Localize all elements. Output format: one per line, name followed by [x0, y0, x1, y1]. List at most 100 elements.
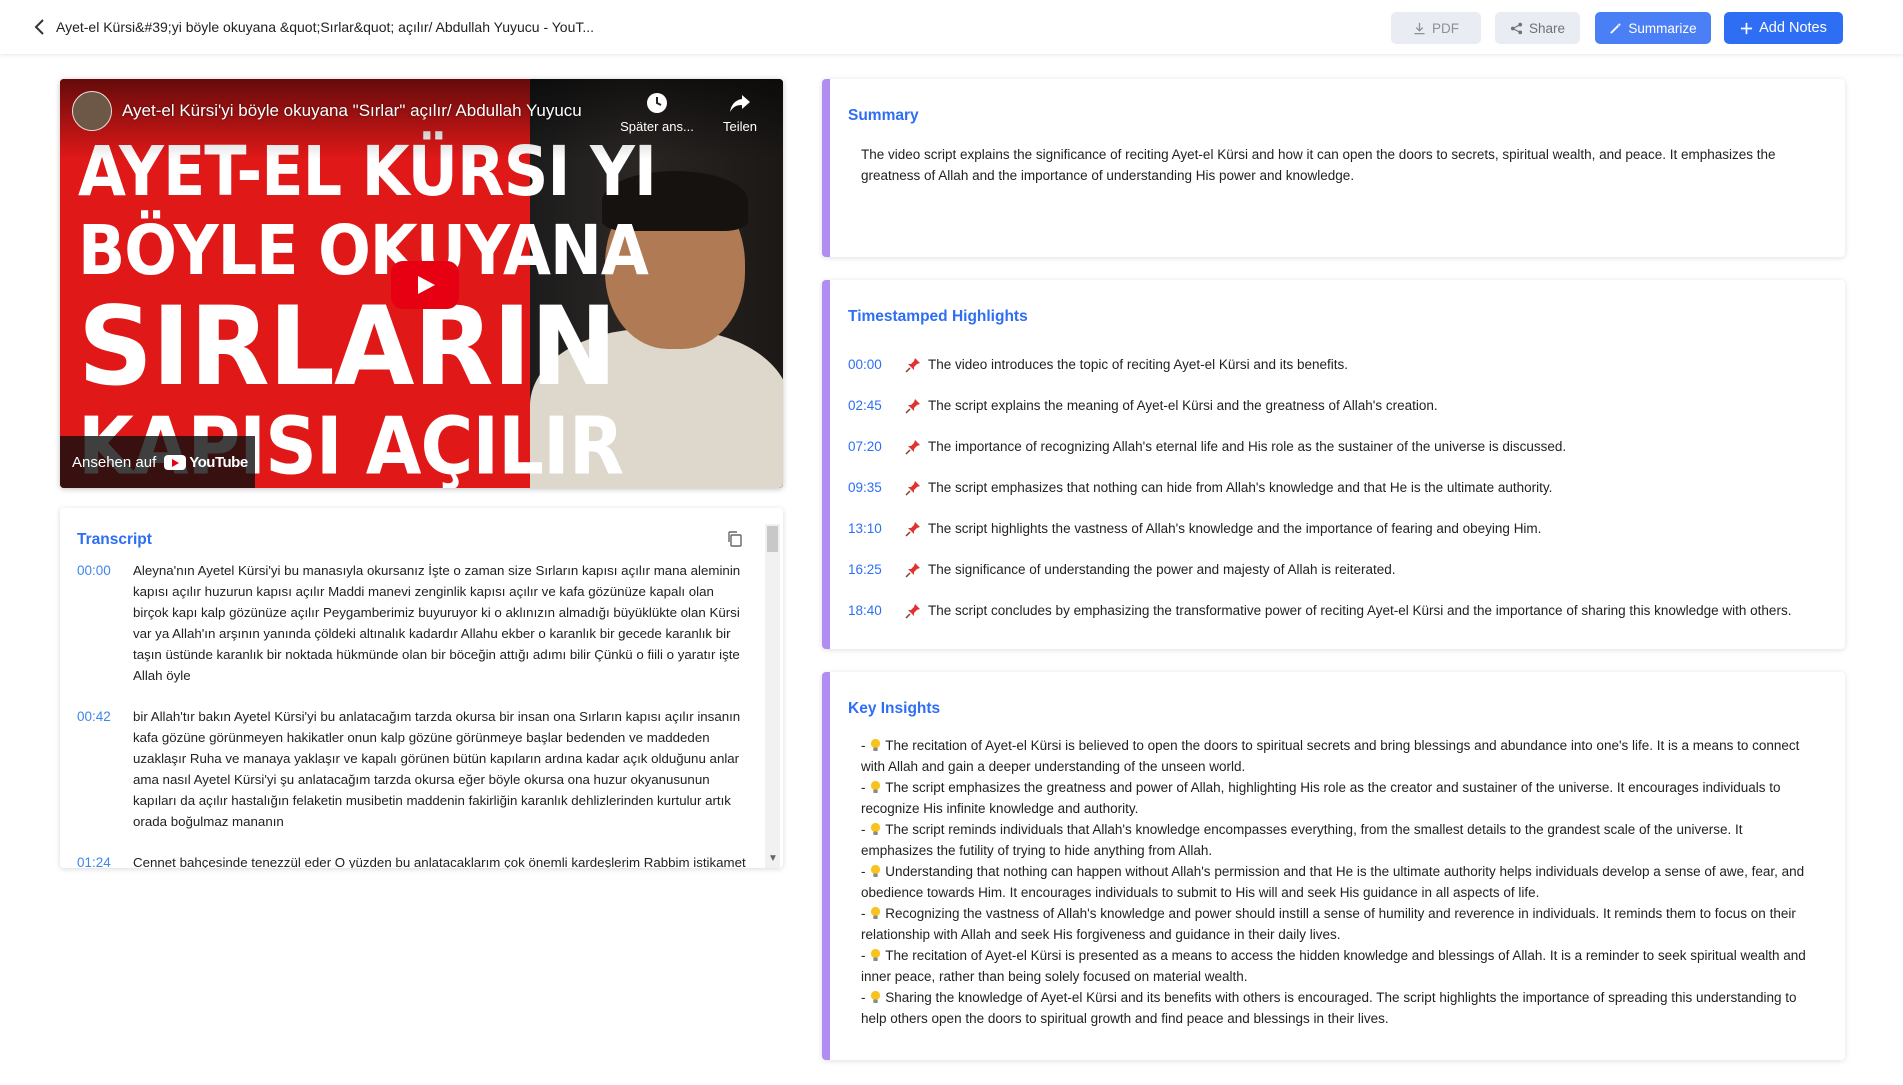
video-title[interactable]: Ayet-el Kürsi'yi böyle okuyana "Sırlar" …	[122, 101, 582, 121]
transcript-scroll-thumb[interactable]	[767, 526, 778, 552]
insight-item: - Recognizing the vastness of Allah's kn…	[861, 906, 1796, 942]
video-share-button[interactable]: Teilen	[710, 91, 770, 134]
video-share-label: Teilen	[723, 119, 757, 134]
insight-text: The script reminds individuals that Alla…	[861, 822, 1743, 858]
highlight-timestamp[interactable]: 09:35	[848, 480, 904, 495]
lightbulb-icon	[871, 948, 881, 961]
summarize-label: Summarize	[1628, 20, 1697, 36]
share-label: Share	[1528, 20, 1566, 36]
pushpin-icon	[905, 398, 920, 414]
insight-text: Recognizing the vastness of Allah's know…	[861, 906, 1796, 942]
page-title: Ayet-el Kürsi&#39;yi böyle okuyana &quot…	[56, 19, 595, 35]
watch-on-label: Ansehen auf	[72, 453, 157, 471]
lightbulb-icon	[871, 906, 881, 919]
summary-text: The video script explains the significan…	[861, 147, 1776, 183]
insight-item: - Sharing the knowledge of Ayet-el Kürsi…	[861, 990, 1797, 1026]
watch-later-label: Später ans...	[620, 119, 694, 134]
share-arrow-icon	[730, 95, 750, 112]
highlight-item: 07:20 The importance of recognizing Alla…	[848, 426, 1791, 467]
add-notes-label: Add Notes	[1759, 20, 1827, 36]
top-bar: Ayet-el Kürsi&#39;yi böyle okuyana &quot…	[0, 0, 1903, 54]
insight-text: Sharing the knowledge of Ayet-el Kürsi a…	[861, 990, 1797, 1026]
pdf-button[interactable]: PDF	[1391, 12, 1481, 44]
lightbulb-icon	[871, 990, 881, 1003]
share-icon	[1510, 22, 1523, 34]
pushpin-icon	[905, 603, 920, 619]
transcript-scrollbar[interactable]	[765, 524, 780, 868]
summary-card: Summary The video script explains the si…	[822, 79, 1845, 257]
highlight-text: The script explains the meaning of Ayet-…	[928, 398, 1438, 413]
highlight-timestamp[interactable]: 16:25	[848, 562, 904, 577]
channel-avatar[interactable]	[72, 91, 112, 131]
highlight-text: The video introduces the topic of reciti…	[928, 357, 1348, 372]
download-icon	[1414, 22, 1425, 34]
pushpin-icon	[905, 521, 920, 537]
youtube-logo: YouTube	[164, 453, 248, 471]
magic-wand-icon	[1610, 22, 1622, 34]
highlights-heading: Timestamped Highlights	[848, 308, 1028, 325]
insight-item: - The recitation of Ayet-el Kürsi is pre…	[861, 948, 1806, 984]
pushpin-icon	[905, 480, 920, 496]
insight-text: The recitation of Ayet-el Kürsi is belie…	[861, 738, 1800, 774]
highlight-item: 16:25 The significance of understanding …	[848, 549, 1791, 590]
insight-text: The recitation of Ayet-el Kürsi is prese…	[861, 948, 1806, 984]
youtube-play-icon	[164, 454, 187, 470]
scroll-down-arrow-icon[interactable]: ▼	[768, 853, 778, 864]
transcript-list: 00:00 Aleyna'nın Ayetel Kürsi'yi bu mana…	[77, 560, 767, 868]
transcript-text: Cennet bahçesinde tenezzül eder O yüzden…	[133, 855, 746, 868]
youtube-label: YouTube	[189, 453, 248, 471]
transcript-entry: 01:24 Cennet bahçesinde tenezzül eder O …	[77, 852, 767, 868]
pushpin-icon	[905, 357, 920, 373]
insight-item: - The script emphasizes the greatness an…	[861, 780, 1781, 816]
highlight-item: 18:40 The script concludes by emphasizin…	[848, 590, 1791, 631]
insights-list: - The recitation of Ayet-el Kürsi is bel…	[861, 735, 1816, 1029]
key-insights-card: Key Insights - The recitation of Ayet-el…	[822, 672, 1845, 1060]
highlight-timestamp[interactable]: 07:20	[848, 439, 904, 454]
back-arrow-icon[interactable]	[30, 17, 50, 37]
transcript-heading: Transcript	[77, 531, 152, 548]
highlights-card: Timestamped Highlights 00:00 The video i…	[822, 280, 1845, 649]
transcript-timestamp[interactable]: 00:42	[77, 706, 133, 832]
video-player[interactable]: AYET-EL KÜRSI YI BÖYLE OKUYANA SIRLARIN …	[60, 79, 783, 488]
transcript-text: bir Allah'tır bakın Ayetel Kürsi'yi bu a…	[133, 709, 741, 829]
lightbulb-icon	[871, 864, 881, 877]
transcript-text: Aleyna'nın Ayetel Kürsi'yi bu manasıyla …	[133, 563, 741, 683]
highlight-timestamp[interactable]: 02:45	[848, 398, 904, 413]
lightbulb-icon	[871, 822, 881, 835]
transcript-entry: 00:42 bir Allah'tır bakın Ayetel Kürsi'y…	[77, 706, 767, 832]
highlight-timestamp[interactable]: 18:40	[848, 603, 904, 618]
clock-icon	[647, 93, 667, 113]
transcript-panel: Transcript 00:00 Aleyna'nın Ayetel Kürsi…	[60, 508, 783, 868]
insight-item: - The script reminds individuals that Al…	[861, 822, 1743, 858]
watch-on-youtube-button[interactable]: Ansehen auf YouTube	[60, 436, 255, 488]
insights-heading: Key Insights	[848, 700, 941, 717]
thumbnail-text-line2: BÖYLE OKUYANA	[78, 210, 649, 291]
lightbulb-icon	[871, 780, 881, 793]
add-notes-button[interactable]: Add Notes	[1724, 12, 1843, 44]
watch-later-button[interactable]: Später ans...	[612, 91, 702, 134]
transcript-timestamp[interactable]: 01:24	[77, 852, 133, 868]
highlight-timestamp[interactable]: 13:10	[848, 521, 904, 536]
highlight-text: The significance of understanding the po…	[928, 562, 1396, 577]
highlight-text: The importance of recognizing Allah's et…	[928, 439, 1567, 454]
insight-item: - Understanding that nothing can happen …	[861, 864, 1805, 900]
transcript-timestamp[interactable]: 00:00	[77, 560, 133, 686]
plus-icon	[1741, 22, 1753, 34]
copy-icon[interactable]	[726, 530, 744, 548]
lightbulb-icon	[871, 738, 881, 751]
insight-text: Understanding that nothing can happen wi…	[861, 864, 1805, 900]
summarize-button[interactable]: Summarize	[1595, 12, 1711, 44]
thumbnail-text-line3: SIRLARIN	[78, 281, 617, 411]
highlight-text: The script highlights the vastness of Al…	[928, 521, 1542, 536]
transcript-entry: 00:00 Aleyna'nın Ayetel Kürsi'yi bu mana…	[77, 560, 767, 686]
play-button[interactable]	[391, 261, 459, 309]
highlight-timestamp[interactable]: 00:00	[848, 357, 904, 372]
highlight-item: 00:00 The video introduces the topic of …	[848, 344, 1791, 385]
pdf-label: PDF	[1432, 20, 1459, 36]
insight-text: The script emphasizes the greatness and …	[861, 780, 1781, 816]
highlights-list: 00:00 The video introduces the topic of …	[848, 344, 1791, 631]
share-button[interactable]: Share	[1495, 12, 1580, 44]
highlight-text: The script emphasizes that nothing can h…	[928, 480, 1553, 495]
highlight-item: 09:35 The script emphasizes that nothing…	[848, 467, 1791, 508]
highlight-text: The script concludes by emphasizing the …	[928, 603, 1792, 618]
